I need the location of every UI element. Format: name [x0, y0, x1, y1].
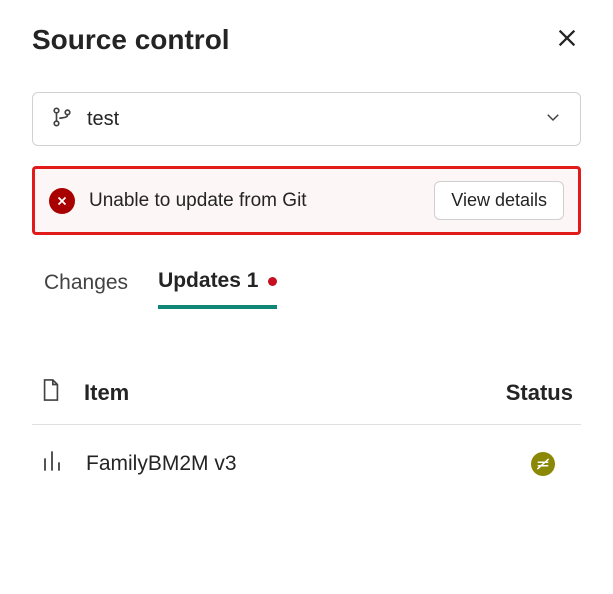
conflict-status-icon	[531, 452, 555, 476]
model-icon	[40, 449, 64, 478]
tab-changes-label: Changes	[44, 271, 128, 295]
item-name: FamilyBM2M v3	[86, 452, 509, 476]
close-button[interactable]	[553, 26, 581, 54]
error-alert: Unable to update from Git View details	[32, 166, 581, 235]
tabs: Changes Updates 1	[32, 263, 581, 309]
chevron-down-icon	[544, 108, 562, 131]
update-indicator-dot	[268, 277, 277, 286]
tab-changes[interactable]: Changes	[44, 263, 128, 309]
tab-updates-label: Updates 1	[158, 269, 258, 293]
file-icon	[40, 377, 62, 408]
column-status: Status	[506, 380, 573, 406]
tab-updates[interactable]: Updates 1	[158, 263, 277, 309]
branch-icon	[51, 106, 73, 133]
page-title: Source control	[32, 24, 230, 56]
branch-selector[interactable]: test	[32, 92, 581, 146]
error-icon	[49, 188, 75, 214]
close-icon	[556, 27, 578, 54]
table-header: Item Status	[32, 369, 581, 425]
table-row[interactable]: FamilyBM2M v3	[32, 425, 581, 502]
alert-message: Unable to update from Git	[89, 190, 420, 212]
branch-value: test	[87, 108, 530, 131]
column-item: Item	[84, 380, 484, 406]
view-details-button[interactable]: View details	[434, 181, 564, 220]
